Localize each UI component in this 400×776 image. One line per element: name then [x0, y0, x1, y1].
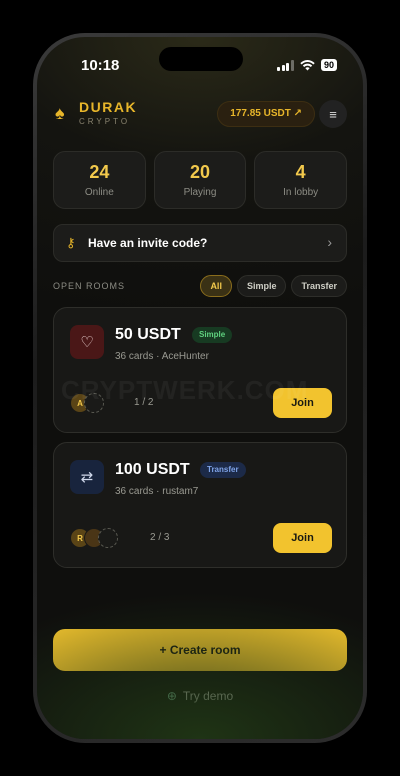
room-stake: 50 USDT [115, 326, 181, 343]
join-button[interactable]: Join [273, 523, 332, 553]
room-card: ⇄ 100 USDT Transfer 36 cards · rustam7 R… [53, 442, 347, 568]
room-type-badge: Transfer [200, 462, 246, 478]
room-stake: 100 USDT [115, 461, 190, 478]
filter-simple[interactable]: Simple [236, 275, 287, 297]
player-count: 2 / 3 [150, 532, 170, 543]
menu-button[interactable]: ≡ [319, 100, 347, 128]
stat-value: 20 [189, 162, 211, 182]
invite-label: Have an invite code? [88, 236, 208, 250]
balance-button[interactable]: 177.85 USDT ↗ [217, 101, 315, 127]
rooms-title: OPEN ROOMS [53, 281, 126, 291]
key-icon: ⚷ [66, 235, 76, 250]
status-icons: 90 [277, 59, 337, 71]
room-type-badge: Simple [192, 327, 233, 343]
app-screen: 10:18 90 ♠ DURAK CRYPTO 177.85 USDT ↗ ≡ … [37, 37, 363, 739]
spade-logo-icon: ♠ [55, 103, 65, 123]
room-card: ♡ 50 USDT Simple 36 cards · AceHunter A … [53, 307, 347, 433]
filter-transfer[interactable]: Transfer [291, 275, 347, 297]
stats-row: 24 Online 20 Playing 4 In lobby [53, 151, 348, 209]
join-button[interactable]: Join [273, 388, 332, 418]
brand-subtitle: CRYPTO [79, 117, 131, 126]
chevron-right-icon: › [327, 234, 332, 250]
player-avatars: A [70, 393, 104, 413]
stat-online: 24 Online [53, 151, 146, 209]
robot-icon: ⊕ [166, 689, 177, 703]
try-demo-button[interactable]: ⊕ Try demo [37, 689, 363, 703]
empty-seat-avatar [84, 393, 104, 413]
player-count: 1 / 2 [134, 397, 154, 408]
room-meta: 36 cards · AceHunter [115, 351, 209, 362]
try-demo-label: Try demo [182, 689, 234, 703]
rooms-header: OPEN ROOMS All Simple Transfer [53, 275, 347, 299]
stat-label: Online [84, 187, 114, 198]
transfer-arrows-icon: ⇄ [70, 460, 104, 494]
create-room-button[interactable]: + Create room [53, 629, 347, 671]
stat-label: In lobby [283, 187, 319, 198]
room-filters: All Simple Transfer [200, 275, 347, 297]
room-meta: 36 cards · rustam7 [115, 486, 199, 497]
stat-in-lobby: 4 In lobby [254, 151, 348, 209]
stat-label: Playing [183, 187, 217, 198]
player-avatars: R [70, 528, 118, 548]
wifi-icon [300, 59, 315, 70]
invite-code-button[interactable]: ⚷ Have an invite code? › [53, 224, 347, 262]
stat-value: 24 [89, 162, 110, 182]
stat-value: 4 [295, 162, 306, 182]
hamburger-icon: ≡ [329, 106, 337, 122]
status-bar: 10:18 90 [37, 57, 363, 77]
empty-seat-avatar [98, 528, 118, 548]
stat-playing: 20 Playing [153, 151, 247, 209]
filter-all[interactable]: All [200, 275, 232, 297]
signal-icon [277, 59, 294, 71]
app-header: ♠ DURAK CRYPTO 177.85 USDT ↗ ≡ [55, 97, 347, 133]
brand-name: DURAK [79, 99, 138, 115]
phone-frame: 10:18 90 ♠ DURAK CRYPTO 177.85 USDT ↗ ≡ … [33, 33, 367, 743]
heart-icon: ♡ [70, 325, 104, 359]
status-time: 10:18 [81, 57, 120, 74]
battery-icon: 90 [320, 59, 337, 71]
